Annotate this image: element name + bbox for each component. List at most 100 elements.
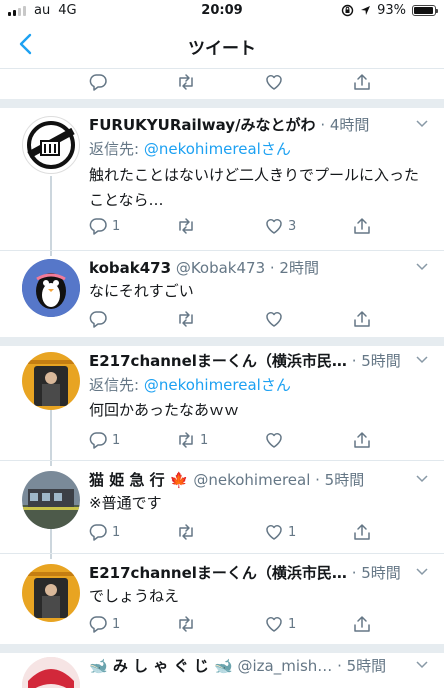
heart-icon [266,219,282,234]
thread-line [50,410,52,466]
reply-icon [89,524,107,541]
tweet-text: ※普通です [89,494,162,512]
status-bar: au 4G 20:09 93% [0,0,444,22]
retweet-button[interactable] [176,72,196,92]
timestamp: @Kobak473 · 2時間 [175,259,319,277]
like-button[interactable] [264,309,284,329]
reply-handle[interactable]: @nekohimerealさん [144,376,291,394]
reply-prefix: 返信先: [89,376,144,394]
like-count: 1 [288,524,297,540]
train-photo-icon [22,564,80,622]
like-button[interactable]: 1 [264,614,296,634]
retweet-button[interactable] [176,309,196,329]
anime-avatar-icon [22,657,80,688]
author-name[interactable]: 猫 姫 急 行 🍁 [89,471,189,489]
author-name[interactable]: kobak473 [89,259,171,277]
retweet-button[interactable] [176,614,196,634]
share-button[interactable] [352,522,372,542]
avatar[interactable] [22,352,80,410]
timestamp: · 5時間 [351,352,401,370]
share-icon [354,524,370,540]
retweet-button[interactable]: 1 [176,430,208,450]
avatar[interactable] [22,471,80,529]
orientation-lock-icon [341,4,354,17]
reply-button[interactable]: 1 [88,522,120,542]
author-name[interactable]: 🐋 み し ゃ ぐ じ 🐋 [89,657,233,675]
timestamp: · 4時間 [320,116,370,134]
reply-button[interactable]: 1 [88,216,120,236]
avatar[interactable] [22,564,80,622]
tweet[interactable]: 🐋 み し ゃ ぐ じ 🐋 @iza_mish… · 5時間 [0,653,444,688]
like-button[interactable]: 3 [264,216,296,236]
reply-button[interactable] [88,309,108,329]
author-name[interactable]: E217channelまーくん（横浜市民… [89,564,347,582]
tweet[interactable]: kobak473 @Kobak473 · 2時間 なにそれすごい [0,251,444,337]
battery-percent: 93% [377,3,406,18]
tweet-text: 何回かあったなあｗｗ [89,401,240,419]
heart-icon [266,75,282,90]
chevron-down-icon[interactable] [416,475,428,483]
train-photo-icon [22,352,80,410]
avatar[interactable] [22,259,80,317]
thread-line [50,176,52,256]
share-button[interactable] [352,430,372,450]
like-button[interactable] [264,430,284,450]
share-icon [354,616,370,632]
reply-prefix: 返信先: [89,140,144,158]
share-button[interactable] [352,216,372,236]
reply-icon [89,218,107,235]
chevron-down-icon[interactable] [416,356,428,364]
tweet-text: なにそれすごい [89,282,194,300]
timestamp: · 5時間 [351,564,401,582]
retweet-icon [179,432,193,448]
share-button[interactable] [352,309,372,329]
timestamp: @nekohimereal · 5時間 [193,471,365,489]
page-title: ツイート [188,39,256,59]
reply-icon [89,432,107,449]
like-button[interactable] [264,72,284,92]
retweet-icon [179,524,193,540]
timestamp: @iza_mish… · 5時間 [237,657,387,675]
section-divider [0,644,444,653]
reply-button[interactable] [88,72,108,92]
share-button[interactable] [352,72,372,92]
like-count: 1 [288,616,297,632]
tweet-actions-previous [0,68,444,102]
reply-button[interactable]: 1 [88,614,120,634]
retweet-button[interactable] [176,522,196,542]
avatar[interactable] [22,657,80,688]
reply-count: 1 [112,218,121,234]
chevron-down-icon[interactable] [416,120,428,128]
share-icon [354,311,370,327]
chevron-down-icon[interactable] [416,263,428,271]
retweet-icon [179,616,193,632]
like-count: 3 [288,218,297,234]
chevron-down-icon[interactable] [416,661,428,669]
station-photo-icon [22,471,80,529]
retweet-icon [179,218,193,234]
retweet-icon [179,74,193,90]
tweet[interactable]: 猫 姫 急 行 🍁 @nekohimereal · 5時間 ※普通です 1 1 [0,461,444,553]
reply-icon [89,616,107,633]
chevron-down-icon[interactable] [416,568,428,576]
location-icon [361,6,371,15]
author-name[interactable]: FURUKYURailway/みなとがわ [89,116,316,134]
tweet[interactable]: FURUKYURailway/みなとがわ · 4時間 返信先: @nekohim… [0,108,444,250]
tweet-text: でしょうねえ [89,587,180,605]
reply-handle[interactable]: @nekohimerealさん [144,140,291,158]
avatar[interactable] [22,116,80,174]
tweet[interactable]: E217channelまーくん（横浜市民… · 5時間 でしょうねえ 1 1 [0,554,444,644]
railway-logo-icon [27,121,75,169]
share-button[interactable] [352,614,372,634]
heart-icon [266,312,282,327]
retweet-button[interactable] [176,216,196,236]
reply-icon [89,74,107,91]
reply-count: 1 [112,432,121,448]
battery-icon [412,5,438,16]
tweet[interactable]: E217channelまーくん（横浜市民… · 5時間 返信先: @nekohi… [0,346,444,460]
reply-button[interactable]: 1 [88,430,120,450]
like-button[interactable]: 1 [264,522,296,542]
share-icon [354,218,370,234]
author-name[interactable]: E217channelまーくん（横浜市民… [89,352,347,370]
retweet-icon [179,311,193,327]
